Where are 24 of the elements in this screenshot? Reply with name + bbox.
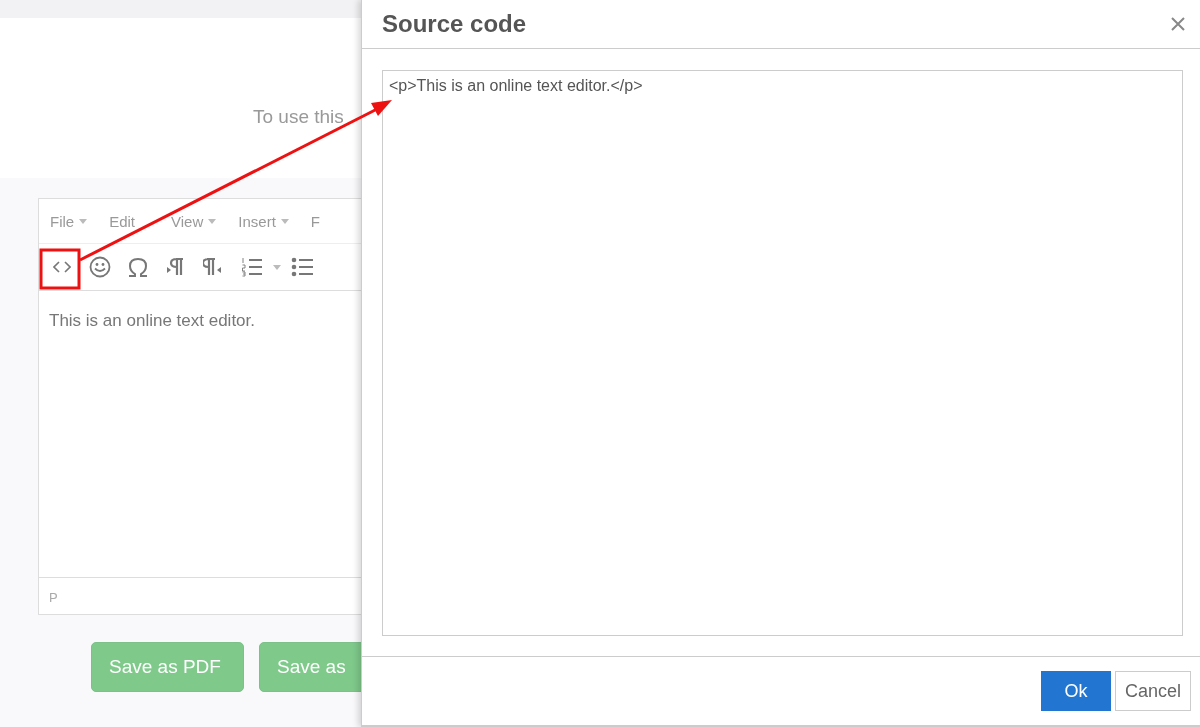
bullet-list-icon[interactable] [291, 257, 313, 277]
smiley-icon[interactable] [89, 256, 111, 278]
cancel-button[interactable]: Cancel [1114, 671, 1191, 711]
menu-item[interactable]: View [171, 212, 217, 230]
numbered-list-icon[interactable] [241, 257, 263, 277]
menu-item[interactable]: Edit [109, 212, 136, 230]
dialog-title: Source code [382, 10, 527, 38]
omega-icon[interactable] [127, 256, 149, 278]
editor-content[interactable]: This is an online text editor. [39, 291, 362, 577]
menu-item[interactable]: F [310, 212, 320, 230]
caret-icon [79, 218, 88, 224]
code-icon[interactable] [53, 261, 71, 273]
source-code-field[interactable]: <p>This is an online text editor.</p> [382, 70, 1183, 636]
save-button[interactable]: Save as [259, 642, 362, 692]
caret-icon [208, 218, 217, 224]
pilcrow-icon[interactable] [166, 257, 186, 277]
caret-icon [280, 218, 289, 224]
ok-button[interactable]: Ok [1040, 671, 1111, 711]
menu-item[interactable]: Insert [238, 212, 289, 230]
highlight-frame [39, 248, 81, 290]
close-icon[interactable] [1170, 16, 1186, 32]
menu-item[interactable]: File [50, 212, 88, 230]
intro-text: To use this [253, 106, 345, 129]
save-button[interactable]: Save as PDF [91, 642, 244, 692]
